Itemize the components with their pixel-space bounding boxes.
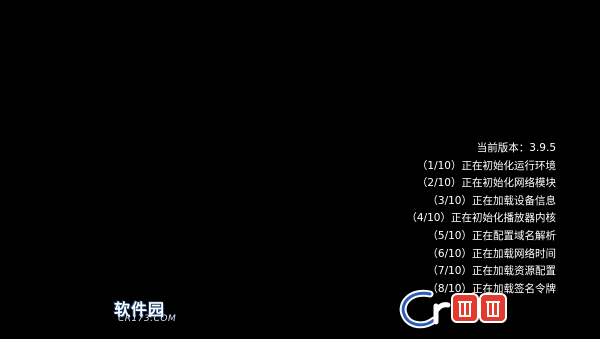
boot-log: 当前版本：3.9.5 （1/10）正在初始化运行环境 （2/10）正在初始化网络… [336, 140, 556, 298]
boot-screen: 当前版本：3.9.5 （1/10）正在初始化运行环境 （2/10）正在初始化网络… [0, 0, 600, 339]
watermark-logo [399, 289, 507, 329]
version-label: 当前版本：3.9.5 [476, 142, 556, 154]
log-line: （6/10）正在加载网络时间 [427, 247, 556, 260]
log-line: （5/10）正在配置域名解析 [427, 229, 556, 242]
log-line: （7/10）正在加载资源配置 [427, 265, 556, 278]
log-line: （4/10）正在初始化播放器内核 [406, 212, 556, 225]
log-line: （1/10）正在初始化运行环境 [416, 159, 556, 172]
log-line: （2/10）正在初始化网络模块 [416, 177, 556, 190]
log-line: （3/10）正在加载设备信息 [427, 194, 556, 207]
watermark-url: CR173.COM [118, 314, 177, 324]
